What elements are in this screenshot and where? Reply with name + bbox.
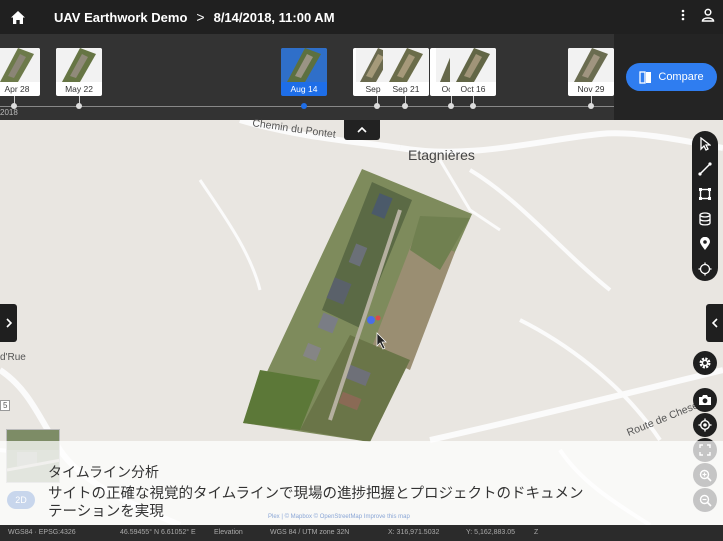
status-crs-projected[interactable]: WGS 84 / UTM zone 32N xyxy=(270,529,349,536)
area-measure-button[interactable] xyxy=(692,181,718,206)
compare-area: Compare xyxy=(614,34,723,120)
timeline-dot[interactable] xyxy=(374,103,380,109)
timeline-axis xyxy=(0,106,614,107)
line-measure-button[interactable] xyxy=(692,156,718,181)
line-measure-icon xyxy=(698,161,712,176)
top-bar-actions xyxy=(681,0,715,34)
timeline-dot[interactable] xyxy=(448,103,454,109)
collapse-timeline-button[interactable] xyxy=(344,120,380,140)
map-attribution[interactable]: Plex | © Mapbox © OpenStreetMap Improve … xyxy=(268,514,410,520)
measure-toolbar xyxy=(692,131,718,281)
select-arrow-icon xyxy=(700,136,711,151)
left-panel-toggle[interactable] xyxy=(0,304,17,342)
timeline-dot-selected[interactable] xyxy=(301,103,307,109)
thumbnail-image xyxy=(568,48,614,82)
status-bar: WGS84 · EPSG:4326 46.59455° N 6.61052° E… xyxy=(0,525,723,541)
thumbnail-image xyxy=(281,48,327,82)
locate-icon xyxy=(698,418,712,432)
timeline-panel: 2018 Apr 28 May 22 Aug 14 Sep Sep 21 Oc … xyxy=(0,34,723,120)
status-x: X: 316,971.5032 xyxy=(388,529,440,536)
feature-caption: タイムライン分析 サイトの正確な視覚的タイムラインで現場の進捗把握とプロジェクト… xyxy=(0,441,723,525)
select-tool-button[interactable] xyxy=(692,131,718,156)
timeline-label: May 22 xyxy=(65,84,93,94)
volume-measure-button[interactable] xyxy=(692,206,718,231)
area-measure-icon xyxy=(699,187,711,200)
timeline-dot[interactable] xyxy=(470,103,476,109)
more-options-button[interactable] xyxy=(681,8,685,26)
view-2d-toggle[interactable]: 2D xyxy=(7,491,35,509)
timeline-dot[interactable] xyxy=(11,103,17,109)
town-label: Etagnières xyxy=(408,147,475,163)
timeline-label: Sep 21 xyxy=(392,84,420,94)
road-label-left: d'Rue xyxy=(0,352,26,363)
timeline-thumb-apr28[interactable]: Apr 28 xyxy=(0,48,40,96)
chevron-right-icon xyxy=(5,318,12,328)
status-elevation: Elevation xyxy=(214,529,243,536)
status-y: Y: 5,162,883.05 xyxy=(466,529,516,536)
app-window: UAV Earthwork Demo > 8/14/2018, 11:00 AM… xyxy=(0,0,723,541)
account-button[interactable] xyxy=(701,8,715,27)
chevron-left-icon xyxy=(711,318,718,328)
account-icon xyxy=(701,8,715,22)
top-bar: UAV Earthwork Demo > 8/14/2018, 11:00 AM xyxy=(0,0,723,34)
home-icon xyxy=(11,10,25,24)
locate-button[interactable] xyxy=(693,413,717,437)
timeline-label: Apr 28 xyxy=(4,84,30,94)
thumbnail-image xyxy=(0,48,40,82)
thumbnail-image xyxy=(56,48,102,82)
route-marker: 5 xyxy=(0,400,11,411)
settings-button[interactable] xyxy=(693,351,717,375)
timeline-track[interactable]: 2018 Apr 28 May 22 Aug 14 Sep Sep 21 Oc … xyxy=(0,34,614,120)
timeline-thumb-may22[interactable]: May 22 xyxy=(56,48,102,96)
caption-title: タイムライン分析 xyxy=(48,464,160,480)
thumbnail-image xyxy=(450,48,496,82)
crosshair-button[interactable] xyxy=(692,256,718,281)
compare-icon xyxy=(639,70,652,84)
timeline-label: Nov 29 xyxy=(577,84,605,94)
thumbnail-image xyxy=(383,48,429,82)
timeline-dot[interactable] xyxy=(76,103,82,109)
crosshair-icon xyxy=(698,262,712,275)
timeline-thumb-aug14[interactable]: Aug 14 xyxy=(281,48,327,96)
timeline-dot[interactable] xyxy=(402,103,408,109)
compare-button[interactable]: Compare xyxy=(626,63,717,91)
project-title[interactable]: UAV Earthwork Demo xyxy=(54,10,187,25)
location-pin-icon xyxy=(700,236,710,250)
timeline-thumb-nov29[interactable]: Nov 29 xyxy=(568,48,614,96)
timeline-thumb-sep21[interactable]: Sep 21 xyxy=(383,48,429,96)
timeline-year: 2018 xyxy=(0,108,18,117)
timeline-label: Oct 16 xyxy=(460,84,486,94)
status-crs-geographic[interactable]: WGS84 · EPSG:4326 xyxy=(8,529,76,536)
volume-icon xyxy=(699,211,711,226)
breadcrumb-separator: > xyxy=(196,9,205,25)
compare-label: Compare xyxy=(658,71,704,83)
home-button[interactable] xyxy=(0,0,36,34)
screenshot-button[interactable] xyxy=(693,388,717,412)
status-z: Z xyxy=(534,529,539,536)
camera-icon xyxy=(699,395,711,405)
chevron-up-icon xyxy=(357,127,367,133)
capture-date[interactable]: 8/14/2018, 11:00 AM xyxy=(214,10,335,25)
location-pin-button[interactable] xyxy=(692,231,718,256)
status-coordinates: 46.59455° N 6.61052° E xyxy=(120,529,196,536)
more-vert-icon xyxy=(681,9,685,21)
timeline-label-selected: Aug 14 xyxy=(290,84,318,94)
right-panel-toggle[interactable] xyxy=(706,304,723,342)
timeline-dot[interactable] xyxy=(588,103,594,109)
timeline-thumb-oct16[interactable]: Oct 16 xyxy=(450,48,496,96)
settings-gear-icon xyxy=(699,357,711,369)
